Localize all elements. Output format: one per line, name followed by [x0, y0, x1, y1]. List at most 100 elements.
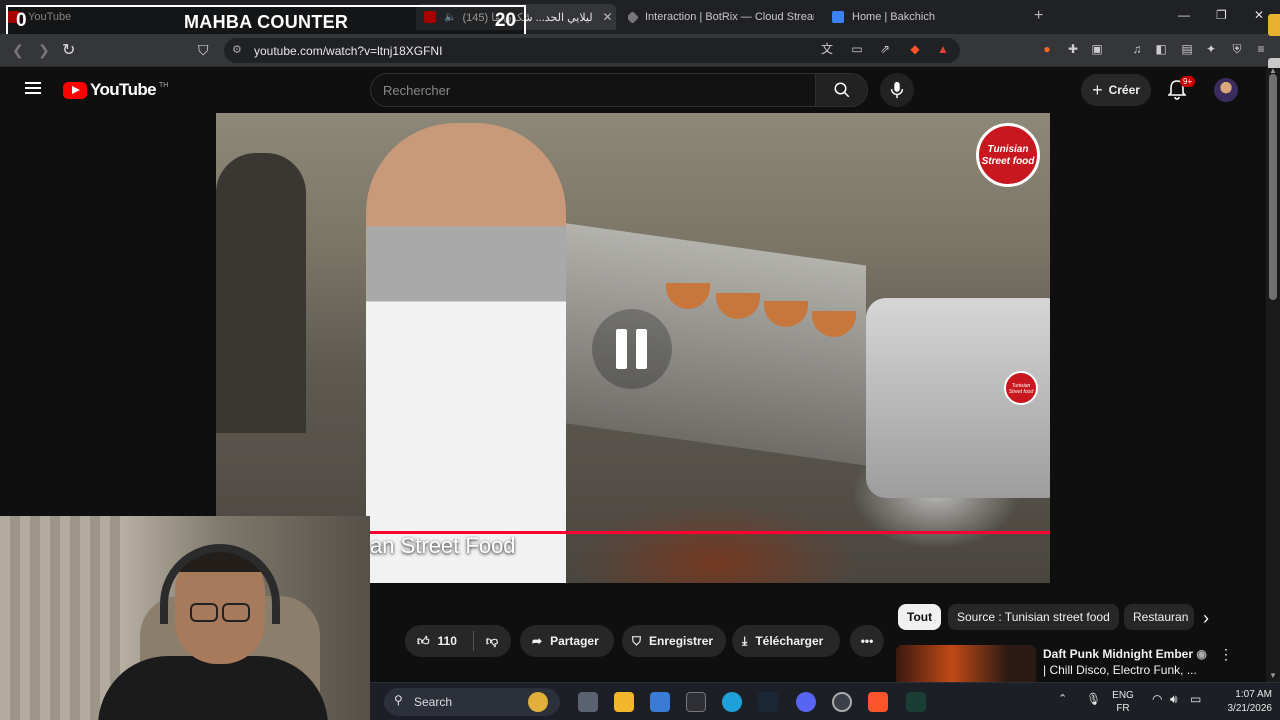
battery-icon[interactable]: ▭ — [1190, 693, 1201, 706]
search-icon: ⚲ — [394, 693, 403, 707]
terminal-icon[interactable] — [906, 692, 926, 712]
video-player[interactable]: Tunisian Street food an Street Food — [216, 113, 1050, 583]
task-view-icon[interactable] — [578, 692, 598, 712]
tab-label: Interaction | BotRix — Cloud Streami — [645, 11, 814, 23]
counter-left-value: 0 — [16, 10, 27, 31]
tab-botrix[interactable]: Interaction | BotRix — Cloud Streami — [628, 4, 814, 30]
avatar[interactable] — [1214, 78, 1238, 102]
discord-icon[interactable] — [796, 692, 816, 712]
share-label: Partager — [550, 634, 599, 648]
vpn-icon[interactable]: ⛨ — [1230, 42, 1244, 56]
widgets-icon[interactable] — [528, 692, 548, 712]
bookmark-save-icon: ⛉ — [632, 633, 642, 648]
chips-next-icon[interactable]: › — [1203, 608, 1209, 629]
show-hidden-icons-icon[interactable]: ⌃ — [1058, 693, 1067, 706]
glasses — [190, 603, 250, 622]
counter-title: MAHBA COUNTER — [184, 12, 349, 32]
youtube-logo[interactable]: YouTube TH — [63, 80, 168, 100]
brave-rewards-icon[interactable]: ▲ — [936, 42, 950, 56]
search-input[interactable]: Rechercher — [370, 73, 816, 107]
microsoft-store-icon[interactable] — [650, 692, 670, 712]
country-code: TH — [159, 81, 169, 89]
system-clock[interactable]: 1:07 AM 3/21/2026 — [1218, 688, 1273, 716]
media-icon[interactable]: ♫ — [1130, 42, 1144, 56]
screen: YouTube 🔈 (145) ليلايي الحد... شكون ما ✕… — [0, 0, 1280, 720]
leo-ai-icon[interactable]: ✦ — [1204, 42, 1218, 56]
notifications-button[interactable]: 9+ — [1167, 76, 1196, 105]
share-icon[interactable]: ⇗ — [878, 42, 892, 56]
taskbar-search-label: Search — [414, 695, 453, 709]
edge-tab-1[interactable] — [1268, 14, 1280, 36]
maximize-button[interactable]: ❐ — [1216, 8, 1227, 22]
search-button[interactable] — [816, 73, 868, 107]
cast-icon[interactable]: ▭ — [850, 42, 864, 56]
streamer-webcam — [0, 516, 370, 720]
notification-badge: 9+ — [1180, 76, 1196, 87]
screenshot-icon[interactable]: ▣ — [1090, 42, 1104, 56]
sidebar-icon[interactable]: ◧ — [1154, 42, 1168, 56]
obs-icon[interactable] — [832, 692, 852, 712]
language-indicator[interactable]: ENG FR — [1110, 689, 1136, 715]
recommendation-title-text: Daft Punk Midnight Ember — [1043, 647, 1193, 661]
volume-icon[interactable]: 🔊︎ — [1170, 693, 1178, 706]
url-text: youtube.com/watch?v=ltnj18XGFNI — [254, 44, 443, 58]
save-label: Enregistrer — [649, 634, 714, 648]
share-button[interactable]: ➦ Partager — [520, 625, 614, 657]
scrollbar-thumb[interactable] — [1269, 74, 1277, 300]
reload-button[interactable]: ↻ — [62, 40, 75, 60]
more-vertical-icon[interactable]: ⋮ — [1219, 646, 1233, 663]
download-button[interactable]: ⤓ Télécharger — [732, 625, 840, 657]
wallet-icon[interactable]: ▤ — [1180, 42, 1194, 56]
create-button[interactable]: + Créer — [1081, 74, 1151, 106]
extensions-puzzle-icon[interactable]: ✚ — [1066, 42, 1080, 56]
channel-logo-overlay: Tunisian Street food — [976, 123, 1040, 187]
dislike-icon[interactable]: 👎︎ — [486, 634, 498, 649]
close-window-button[interactable]: ✕ — [1254, 8, 1264, 22]
recommendation-title[interactable]: Daft Punk Midnight Ember ◉ — [1043, 647, 1207, 661]
edge-browser-icon[interactable] — [722, 692, 742, 712]
chip-source[interactable]: Source : Tunisian street food — [948, 604, 1119, 630]
back-button[interactable]: ❮ — [12, 42, 24, 59]
close-tab-icon[interactable]: ✕ — [602, 10, 612, 24]
chip-restaurants[interactable]: Restauran — [1124, 604, 1194, 630]
site-info-icon[interactable]: ⚙ — [232, 43, 242, 56]
brave-icon[interactable] — [868, 692, 888, 712]
youtube-header: YouTube TH Rechercher + Créer 9+ — [0, 68, 1266, 112]
steam-icon[interactable] — [758, 692, 778, 712]
recommendation-thumbnail[interactable] — [896, 645, 1036, 685]
forward-button[interactable]: ❯ — [38, 42, 50, 59]
search-icon — [834, 82, 849, 98]
file-explorer-icon[interactable] — [614, 692, 634, 712]
brave-shields-icon[interactable]: ◆ — [908, 42, 922, 56]
tab-bakchich[interactable]: Home | Bakchich — [832, 4, 1022, 30]
scroll-down-icon[interactable]: ▼ — [1269, 671, 1277, 680]
bakchich-favicon-icon — [832, 11, 844, 23]
bookmark-icon[interactable]: ⛉ — [198, 42, 209, 59]
new-tab-button[interactable]: + — [1034, 7, 1043, 25]
save-button[interactable]: ⛉ Enregistrer — [622, 625, 726, 657]
channel-watermark[interactable]: Tunisian Street food — [1004, 371, 1038, 405]
app-icon[interactable] — [686, 692, 706, 712]
voice-search-button[interactable] — [880, 73, 914, 107]
recommendation-subtitle[interactable]: | Chill Disco, Electro Funk, ... — [1043, 663, 1213, 677]
like-count[interactable]: 110 — [438, 634, 457, 648]
microphone-tray-icon[interactable]: 🎙︎ — [1086, 693, 1101, 706]
like-icon[interactable]: 👍︎ — [417, 634, 430, 649]
browser-toolbar: ❮ ❯ ↻ ⛉ ⚙ youtube.com/watch?v=ltnj18XGFN… — [0, 34, 1280, 67]
extension-icon[interactable]: ● — [1040, 42, 1054, 56]
share-arrow-icon: ➦ — [532, 634, 543, 648]
pause-indicator-icon[interactable] — [592, 309, 672, 389]
tab-label: Home | Bakchich — [852, 11, 935, 23]
wifi-icon[interactable]: ◠ — [1152, 693, 1162, 706]
more-actions-button[interactable]: ••• — [850, 625, 884, 657]
clock-date: 3/21/2026 — [1227, 703, 1273, 714]
create-label: Créer — [1108, 83, 1140, 97]
minimize-button[interactable]: — — [1178, 8, 1190, 22]
lang-top: ENG — [1112, 690, 1134, 701]
page-scrollbar[interactable]: ▲ ▼ — [1266, 66, 1280, 682]
guide-menu-icon[interactable] — [25, 82, 41, 94]
translate-icon[interactable]: 文 — [820, 42, 834, 56]
webcam-curtain — [0, 516, 120, 720]
download-icon: ⤓ — [742, 633, 748, 648]
chip-all[interactable]: Tout — [898, 604, 942, 630]
